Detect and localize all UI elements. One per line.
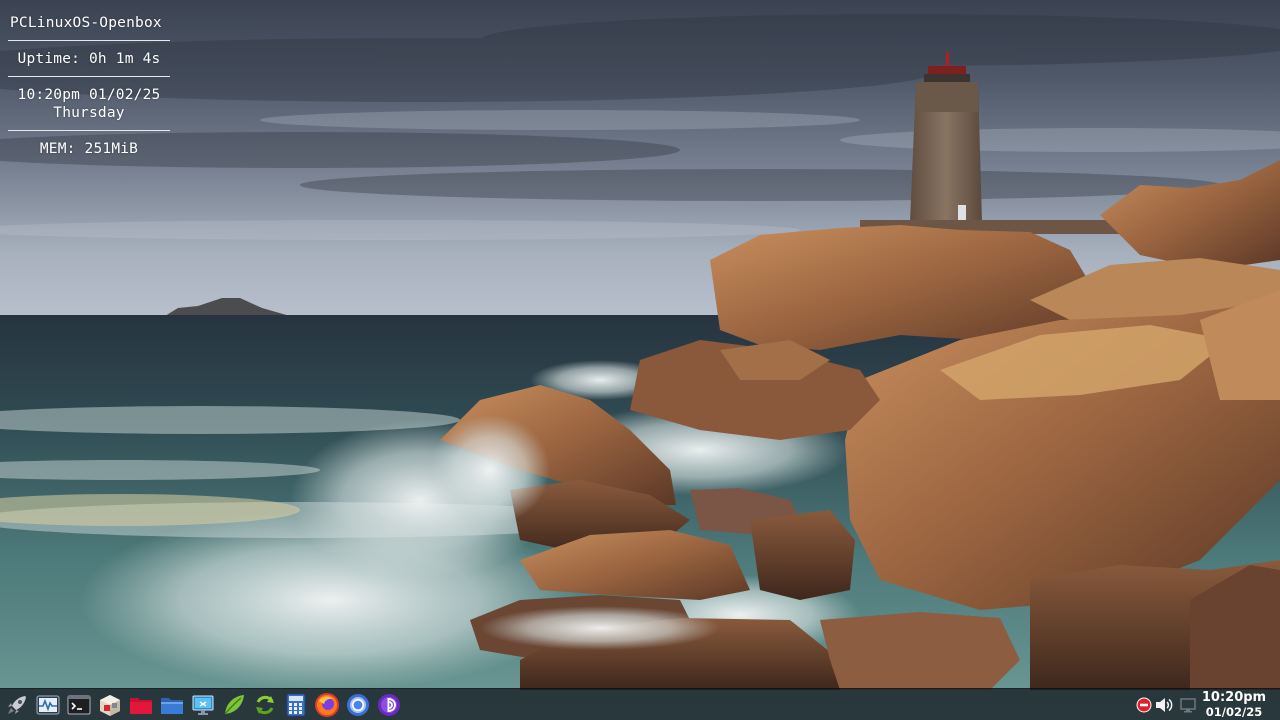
sync-icon <box>256 695 274 715</box>
calculator-icon <box>286 693 306 717</box>
conky-divider <box>8 40 170 41</box>
taskbar: 10:20pm 01/02/25 <box>0 688 1280 720</box>
conky-weekday: Thursday <box>53 105 125 121</box>
clock-time: 10:20pm <box>1201 690 1267 705</box>
calculator-launcher[interactable] <box>283 692 309 718</box>
terminal-launcher[interactable] <box>66 692 92 718</box>
leaf-icon <box>224 695 244 715</box>
red-folder-icon <box>130 698 152 714</box>
taskbar-clock[interactable]: 10:20pm 01/02/25 <box>1196 690 1272 719</box>
media-player-launcher[interactable] <box>376 692 402 718</box>
red-folder-launcher[interactable] <box>128 692 154 718</box>
conky-uptime: Uptime: 0h 1m 4s <box>17 51 161 67</box>
speaker-icon[interactable] <box>1154 695 1174 715</box>
package-icon <box>100 695 120 716</box>
chromium-icon <box>347 694 369 716</box>
rocket-icon <box>8 696 26 714</box>
text-editor-launcher[interactable] <box>221 692 247 718</box>
file-manager-launcher[interactable] <box>159 692 185 718</box>
desktop-wallpaper <box>0 0 1280 720</box>
conky-divider <box>8 130 170 131</box>
menu-launcher[interactable] <box>4 692 30 718</box>
package-manager-launcher[interactable] <box>97 692 123 718</box>
updater-launcher[interactable] <box>252 692 278 718</box>
conky-datetime: 10:20pm 01/02/25 <box>17 87 161 103</box>
firefox-icon <box>315 693 339 717</box>
conky-hostname: PCLinuxOS-Openbox <box>10 15 162 31</box>
display-icon[interactable] <box>1178 695 1198 715</box>
system-monitor-icon <box>36 695 60 715</box>
conky-memory: MEM: 251MiB <box>39 141 139 157</box>
clock-date: 01/02/25 <box>1205 705 1263 719</box>
conky-system-monitor: PCLinuxOS-Openbox Uptime: 0h 1m 4s 10:20… <box>8 14 170 158</box>
terminal-icon <box>67 695 91 715</box>
media-player-icon <box>378 694 400 716</box>
system-monitor-launcher[interactable] <box>35 692 61 718</box>
conky-divider <box>8 76 170 77</box>
chromium-launcher[interactable] <box>345 692 371 718</box>
no-network-icon[interactable] <box>1134 695 1154 715</box>
monitor-icon <box>192 695 214 715</box>
display-settings-launcher[interactable] <box>190 692 216 718</box>
firefox-launcher[interactable] <box>314 692 340 718</box>
folder-icon <box>161 698 183 714</box>
